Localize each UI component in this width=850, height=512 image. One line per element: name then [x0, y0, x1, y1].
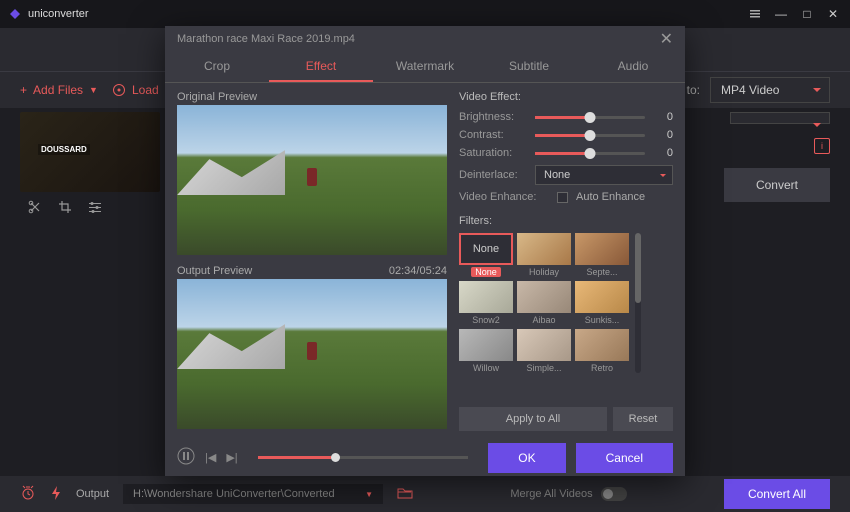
chevron-down-icon: ▼ [365, 490, 373, 499]
close-button[interactable]: ✕ [824, 5, 842, 23]
editor-tabs: Crop Effect Watermark Subtitle Audio [165, 52, 685, 83]
play-pause-icon[interactable] [177, 447, 195, 468]
preview-time: 02:34/05:24 [389, 265, 447, 277]
effect-icon[interactable] [88, 200, 102, 217]
filter-simple[interactable]: Simple... [517, 329, 571, 373]
modal-close-icon[interactable]: ✕ [660, 29, 673, 49]
convert-all-button[interactable]: Convert All [724, 479, 830, 509]
minimize-button[interactable]: — [772, 5, 790, 23]
auto-enhance-checkbox[interactable] [557, 192, 568, 203]
tab-crop[interactable]: Crop [165, 52, 269, 82]
filters-label: Filters: [459, 215, 673, 227]
original-preview-label: Original Preview [177, 91, 257, 103]
deinterlace-select[interactable]: None [535, 165, 673, 185]
contrast-value: 0 [653, 129, 673, 141]
saturation-value: 0 [653, 147, 673, 159]
convert-to-label: to: [687, 83, 700, 97]
saturation-label: Saturation: [459, 147, 527, 159]
tab-subtitle[interactable]: Subtitle [477, 52, 581, 82]
reset-button[interactable]: Reset [613, 407, 673, 431]
output-label: Output [76, 488, 109, 500]
load-label: Load [132, 83, 159, 97]
auto-enhance-text: Auto Enhance [576, 191, 645, 203]
output-path-field[interactable]: H:\Wondershare UniConverter\Converted ▼ [123, 484, 383, 504]
apply-to-all-button[interactable]: Apply to All [459, 407, 607, 431]
video-thumbnail: DOUSSARD [20, 112, 160, 192]
filter-scrollbar[interactable] [635, 233, 641, 373]
file-item[interactable]: DOUSSARD [20, 112, 160, 482]
output-preset-select[interactable] [730, 112, 830, 124]
filter-grid: NoneNone Holiday Septe... Snow2 Aibao Su… [459, 233, 629, 373]
cancel-button[interactable]: Cancel [576, 443, 673, 473]
filter-aibao[interactable]: Aibao [517, 281, 571, 325]
chevron-down-icon: ▼ [89, 85, 98, 95]
filter-none[interactable]: NoneNone [459, 233, 513, 277]
convert-button[interactable]: Convert [724, 168, 830, 202]
merge-label: Merge All Videos [510, 488, 592, 500]
output-path-text: H:\Wondershare UniConverter\Converted [133, 488, 335, 500]
output-format-select[interactable]: MP4 Video [710, 77, 830, 103]
effect-editor-modal: Marathon race Maxi Race 2019.mp4 ✕ Crop … [165, 26, 685, 476]
ok-button[interactable]: OK [488, 443, 565, 473]
output-preview-label: Output Preview [177, 265, 252, 277]
crop-icon[interactable] [58, 200, 72, 217]
filter-holiday[interactable]: Holiday [517, 233, 571, 277]
add-files-label: Add Files [33, 83, 83, 97]
brightness-value: 0 [653, 111, 673, 123]
next-frame-icon[interactable]: ▶| [226, 451, 237, 464]
original-preview-image [177, 105, 447, 255]
thumb-text: DOUSSARD [38, 144, 90, 155]
tab-audio[interactable]: Audio [581, 52, 685, 82]
add-files-button[interactable]: + Add Files ▼ [20, 83, 98, 97]
filter-sunkiss[interactable]: Sunkis... [575, 281, 629, 325]
filter-willow[interactable]: Willow [459, 329, 513, 373]
load-dvd-button[interactable]: Load [112, 83, 159, 97]
brightness-label: Brightness: [459, 111, 527, 123]
app-logo-icon [8, 7, 22, 21]
clock-icon[interactable] [20, 485, 36, 504]
deinterlace-label: Deinterlace: [459, 169, 527, 181]
app-name-text: uniconverter [28, 8, 89, 20]
info-icon[interactable]: i [814, 138, 830, 154]
disc-icon [112, 83, 126, 97]
folder-open-icon[interactable] [397, 486, 413, 503]
output-preview-image [177, 279, 447, 429]
settings-icon[interactable] [746, 5, 764, 23]
contrast-slider[interactable] [535, 134, 645, 137]
saturation-slider[interactable] [535, 152, 645, 155]
merge-toggle[interactable] [601, 487, 627, 501]
filter-september[interactable]: Septe... [575, 233, 629, 277]
timeline-slider[interactable] [258, 456, 469, 459]
maximize-button[interactable]: □ [798, 5, 816, 23]
enhance-label: Video Enhance: [459, 191, 549, 203]
filter-retro[interactable]: Retro [575, 329, 629, 373]
tab-effect[interactable]: Effect [269, 52, 373, 82]
app-title: uniconverter [8, 7, 89, 21]
filter-snow2[interactable]: Snow2 [459, 281, 513, 325]
modal-filename: Marathon race Maxi Race 2019.mp4 [177, 33, 355, 45]
prev-frame-icon[interactable]: |◀ [205, 451, 216, 464]
contrast-label: Contrast: [459, 129, 527, 141]
tab-watermark[interactable]: Watermark [373, 52, 477, 82]
lightning-icon[interactable] [50, 485, 62, 504]
video-effect-heading: Video Effect: [459, 91, 673, 103]
trim-icon[interactable] [28, 200, 42, 217]
brightness-slider[interactable] [535, 116, 645, 119]
plus-icon: + [20, 83, 27, 97]
